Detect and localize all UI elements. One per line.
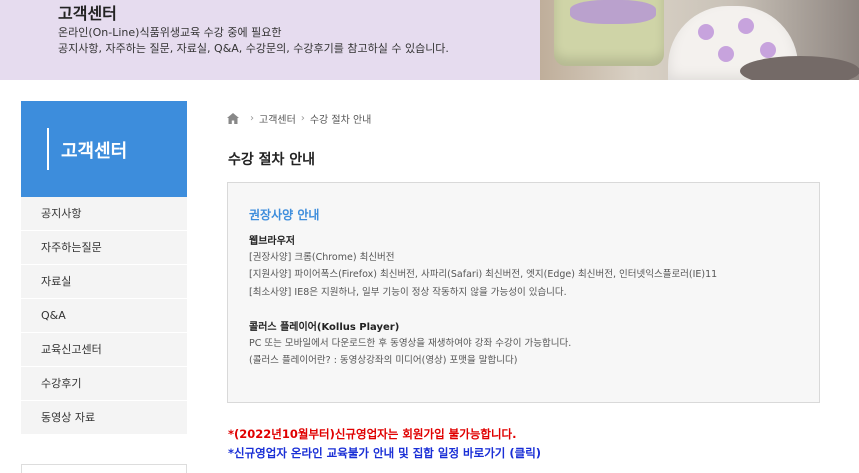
breadcrumb-item[interactable]: 고객센터 [259, 111, 296, 126]
sidebar-item-archive[interactable]: 자료실 [21, 265, 187, 299]
home-icon[interactable] [227, 113, 239, 124]
sidebar-bottom-box [21, 464, 187, 473]
sidebar-header-bar [47, 128, 49, 170]
flower-decoration [698, 24, 714, 40]
banner-description: 온라인(On-Line)식품위생교육 수강 중에 필요한 공지사항, 자주하는 … [58, 25, 449, 57]
browser-line: [지원사양] 파이어폭스(Firefox) 최신버전, 사파리(Safari) … [249, 269, 718, 280]
requirements-box: 권장사양 안내 웹브라우저 [권장사양] 크롬(Chrome) 최신버전 [지원… [227, 182, 820, 403]
banner-desc-line: 온라인(On-Line)식품위생교육 수강 중에 필요한 [58, 26, 282, 39]
page-title: 수강 절차 안내 [228, 152, 316, 168]
sidebar-item-qna[interactable]: Q&A [21, 299, 187, 333]
sidebar-header: 고객센터 [21, 101, 187, 197]
sidebar-title: 고객센터 [61, 141, 128, 162]
player-line: (콜러스 플레이어란? : 동영상강좌의 미디어(영상) 포맷을 말합니다) [249, 355, 518, 366]
flower-decoration [760, 42, 776, 58]
sidebar-menu: 공지사항 자주하는질문 자료실 Q&A 교육신고센터 수강후기 동영상 자료 [21, 197, 187, 435]
schedule-link[interactable]: *신규영업자 온라인 교육불가 안내 및 집합 일정 바로가기 (클릭) [228, 445, 541, 461]
sidebar-item-report-center[interactable]: 교육신고센터 [21, 333, 187, 367]
browser-line: [최소사양] IE8은 지원하나, 일부 기능이 정상 작동하지 않을 가능성이… [249, 287, 567, 298]
banner-desc-line: 공지사항, 자주하는 질문, 자료실, Q&A, 수강문의, 수강후기를 참고하… [58, 42, 449, 55]
player-subtitle: 콜러스 플레이어(Kollus Player) [249, 322, 400, 333]
browser-subtitle: 웹브라우저 [249, 236, 295, 247]
browser-line: [권장사양] 크롬(Chrome) 최신버전 [249, 252, 395, 263]
breadcrumb: › 고객센터 › 수강 절차 안내 [227, 111, 371, 126]
player-line: PC 또는 모바일에서 다운로드한 후 동영상을 재생하여야 강좌 수강이 가능… [249, 338, 572, 349]
cake-topping [570, 0, 656, 24]
new-business-notice: *(2022년10월부터)신규영업자는 회원가입 불가능합니다. [228, 427, 517, 441]
banner-photo [540, 0, 859, 80]
sidebar-item-videos[interactable]: 동영상 자료 [21, 401, 187, 435]
chevron-right-icon: › [250, 113, 254, 124]
top-banner: 고객센터 온라인(On-Line)식품위생교육 수강 중에 필요한 공지사항, … [0, 0, 859, 80]
sidebar-item-faq[interactable]: 자주하는질문 [21, 231, 187, 265]
flower-decoration [718, 46, 734, 62]
sidebar-item-notice[interactable]: 공지사항 [21, 197, 187, 231]
sidebar-item-reviews[interactable]: 수강후기 [21, 367, 187, 401]
flower-decoration [738, 18, 754, 34]
requirements-title: 권장사양 안내 [249, 208, 320, 222]
chevron-right-icon: › [300, 113, 305, 124]
plate-image [740, 56, 859, 80]
breadcrumb-item-current: 수강 절차 안내 [309, 115, 372, 126]
banner-title: 고객센터 [58, 4, 117, 23]
